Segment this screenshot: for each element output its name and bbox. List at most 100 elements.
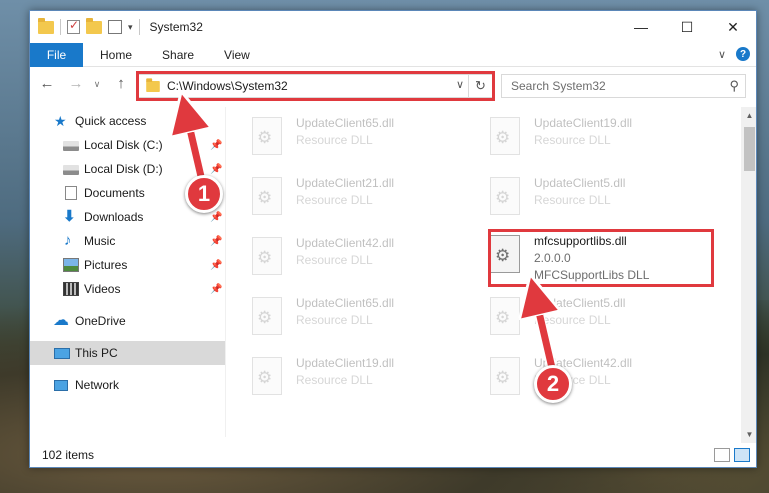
dll-file-icon <box>252 297 282 335</box>
nav-item-this-pc[interactable]: This PC <box>30 341 225 365</box>
file-name: UpdateClient5.dll <box>534 176 626 190</box>
file-type: Resource DLL <box>296 253 373 267</box>
scroll-down-arrow-icon[interactable]: ▼ <box>741 426 756 443</box>
expand-ribbon-icon[interactable]: ∨ <box>718 48 726 61</box>
file-name: UpdateClient21.dll <box>296 176 395 190</box>
tab-share[interactable]: Share <box>147 43 209 67</box>
customize-icon[interactable] <box>108 20 122 34</box>
nav-item-label: Documents <box>84 186 145 200</box>
file-type: Resource DLL <box>296 193 373 207</box>
dll-file-icon <box>490 297 520 335</box>
file-name: UpdateClient19.dll <box>296 356 395 370</box>
folder-icon[interactable] <box>38 17 54 34</box>
file-type: Resource DLL <box>534 313 611 327</box>
nav-item-network[interactable]: Network <box>30 373 225 397</box>
forward-button[interactable]: → <box>67 75 85 93</box>
large-icons-view-icon[interactable] <box>734 448 750 462</box>
file-item[interactable]: UpdateClient5.dll Resource DLL <box>464 167 694 225</box>
dll-file-icon <box>252 117 282 155</box>
scroll-up-arrow-icon[interactable]: ▲ <box>741 107 756 124</box>
help-icon[interactable]: ? <box>736 47 750 61</box>
pin-icon[interactable]: 📌 <box>210 236 222 247</box>
file-name: UpdateClient42.dll <box>296 236 395 250</box>
nav-item-label: Network <box>75 378 120 392</box>
nav-item-label: This PC <box>75 346 118 360</box>
file-type: Resource DLL <box>296 373 373 387</box>
view-switcher <box>714 448 750 462</box>
details-view-icon[interactable] <box>714 448 730 462</box>
file-item[interactable]: UpdateClient42.dll Resource DLL <box>226 227 456 285</box>
file-type: Resource DLL <box>534 193 611 207</box>
dll-file-icon <box>252 357 282 395</box>
nav-item-music[interactable]: ♪ Music 📌 <box>30 229 225 253</box>
search-icon[interactable]: ⚲ <box>729 78 739 94</box>
file-item[interactable]: UpdateClient65.dll Resource DLL <box>226 287 456 345</box>
file-type: Resource DLL <box>296 313 373 327</box>
dll-file-icon <box>252 237 282 275</box>
file-item[interactable]: UpdateClient42.dll Resource DLL <box>464 347 694 405</box>
documents-icon <box>65 186 77 200</box>
file-item[interactable]: UpdateClient5.dll Resource DLL <box>464 287 694 345</box>
nav-item-local-disk-c[interactable]: Local Disk (C:) 📌 <box>30 133 225 157</box>
dll-file-icon <box>490 177 520 215</box>
navigation-pane: ★ Quick access Local Disk (C:) 📌 Local D… <box>30 107 225 437</box>
pc-icon <box>54 347 70 359</box>
pin-icon[interactable]: 📌 <box>210 140 222 151</box>
pin-icon[interactable]: 📌 <box>210 284 222 295</box>
nav-item-label: Local Disk (D:) <box>84 162 163 176</box>
toolbar-divider <box>138 19 140 35</box>
quick-access-toolbar: ▾ <box>38 17 140 35</box>
ribbon-right-controls: ∨ ? <box>718 47 750 61</box>
minimize-button[interactable]: — <box>618 11 664 43</box>
videos-icon <box>63 282 79 296</box>
pin-icon[interactable]: 📌 <box>210 164 222 175</box>
up-button[interactable]: ↑ <box>112 75 130 93</box>
window-title: System32 <box>149 20 203 34</box>
nav-item-quick-access[interactable]: ★ Quick access <box>30 109 225 133</box>
status-bar: 102 items <box>30 443 756 467</box>
network-icon <box>54 379 68 391</box>
new-folder-icon[interactable] <box>86 17 102 34</box>
file-type: Resource DLL <box>534 133 611 147</box>
tab-view[interactable]: View <box>209 43 265 67</box>
maximize-button[interactable]: ☐ <box>664 11 710 43</box>
nav-item-label: Downloads <box>84 210 144 224</box>
search-input[interactable]: Search System32 <box>511 79 606 93</box>
nav-item-onedrive[interactable]: ☁ OneDrive <box>30 309 225 333</box>
item-count: 102 items <box>42 448 95 462</box>
pin-icon[interactable]: 📌 <box>210 212 222 223</box>
chevron-down-icon[interactable]: ▾ <box>128 22 133 33</box>
nav-item-label: Videos <box>84 282 121 296</box>
music-icon: ♪ <box>64 232 72 249</box>
close-button[interactable]: ✕ <box>710 11 756 43</box>
drive-icon <box>63 141 79 151</box>
pin-icon[interactable]: 📌 <box>210 260 222 271</box>
tab-home[interactable]: Home <box>83 43 147 67</box>
cloud-icon: ☁ <box>53 312 69 329</box>
file-item[interactable]: UpdateClient19.dll Resource DLL <box>226 347 456 405</box>
address-highlight-box <box>136 71 495 101</box>
search-box[interactable]: Search System32 ⚲ <box>501 74 746 98</box>
file-item[interactable]: UpdateClient19.dll Resource DLL <box>464 107 694 165</box>
file-name: UpdateClient65.dll <box>296 296 395 310</box>
vertical-scrollbar[interactable]: ▲ ▼ <box>741 107 756 443</box>
nav-item-pictures[interactable]: Pictures 📌 <box>30 253 225 277</box>
nav-item-label: Music <box>84 234 116 248</box>
dll-file-icon <box>490 117 520 155</box>
file-name: UpdateClient5.dll <box>534 296 626 310</box>
file-item[interactable]: UpdateClient65.dll Resource DLL <box>226 107 456 165</box>
step-2-badge: 2 <box>534 365 572 403</box>
toolbar-divider <box>60 19 61 35</box>
ribbon-tabs: File Home Share View ∨ ? <box>30 42 756 67</box>
back-button[interactable]: ← <box>38 75 56 93</box>
nav-item-label: Quick access <box>75 114 147 128</box>
properties-check-icon[interactable] <box>67 18 80 34</box>
recent-locations-button[interactable]: ∨ <box>88 75 106 93</box>
title-bar: ▾ System32 — ☐ ✕ <box>30 11 756 43</box>
file-item[interactable]: UpdateClient21.dll Resource DLL <box>226 167 456 225</box>
nav-item-videos[interactable]: Videos 📌 <box>30 277 225 301</box>
scroll-thumb[interactable] <box>744 127 755 171</box>
dll-file-icon <box>252 177 282 215</box>
navigation-bar: ← → ∨ ↑ C:\Windows\System32 ∨ ↻ Search S… <box>30 69 756 101</box>
tab-file[interactable]: File <box>30 42 83 67</box>
